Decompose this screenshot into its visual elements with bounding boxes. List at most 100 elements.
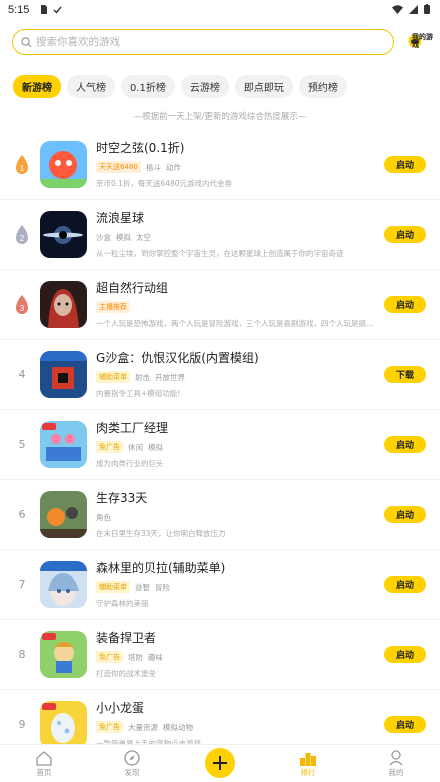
game-tag: 格斗 xyxy=(145,162,161,172)
launch-button[interactable]: 启动 xyxy=(384,156,426,173)
game-tag: 冒险 xyxy=(155,582,170,592)
game-tags: 免广告 大量资源 模拟动物 xyxy=(96,721,376,733)
game-description: 内置指令工具+模组功能! xyxy=(96,389,181,398)
plus-icon[interactable] xyxy=(205,747,235,778)
game-icon[interactable] xyxy=(40,211,87,258)
rank-number: 7 xyxy=(18,578,26,591)
game-title: 流浪星球 xyxy=(96,211,145,225)
game-tags: 沙盒 模拟 太空 xyxy=(96,231,376,243)
game-description: 守护森林的美丽 xyxy=(96,599,149,608)
compass-icon xyxy=(124,749,140,767)
game-info: 生存33天 角色 在末日里生存33天，让你明白释放压力 xyxy=(96,490,376,539)
launch-button[interactable]: 启动 xyxy=(384,226,426,243)
tab-reservation[interactable]: 预约榜 xyxy=(298,74,347,98)
game-tags: 免广告 休闲 模拟 xyxy=(96,441,376,453)
game-description: 从一粒尘埃，到你掌控整个宇宙生灵，在这颗星球上创造属于你的宇宙奇迹 xyxy=(96,249,344,258)
search-box[interactable] xyxy=(12,29,394,55)
game-icon[interactable] xyxy=(40,561,87,608)
battery-icon xyxy=(424,3,430,17)
game-info: 时空之弦(0.1折) 天天送6480 格斗 动作 京币0.1折，每天送6480元… xyxy=(96,140,376,189)
launch-button[interactable]: 启动 xyxy=(384,436,426,453)
profile-icon xyxy=(389,749,403,767)
game-title: 肉类工厂经理 xyxy=(96,421,169,435)
tab-instant-play[interactable]: 即点即玩 xyxy=(234,74,293,98)
game-row[interactable]: 1 时空之弦(0.1折) 天天送6480 格斗 动作 京币0.1折，每天送648… xyxy=(0,130,440,200)
game-row[interactable]: 8 装备捍卫者 免广告 塔防 趣味 打造你的战术堡垒 启动 xyxy=(0,620,440,690)
game-tags: 主播推荐 xyxy=(96,301,376,313)
nav-label: 首页 xyxy=(36,768,52,777)
game-title: 时空之弦(0.1折) xyxy=(96,141,185,155)
game-badge: 免广告 xyxy=(96,441,123,453)
game-row[interactable]: 6 生存33天 角色 在末日里生存33天，让你明白释放压力 启动 xyxy=(0,480,440,550)
game-description: 成为肉类行业的巨头 xyxy=(96,459,164,468)
launch-button[interactable]: 启动 xyxy=(384,716,426,733)
launch-button[interactable]: 启动 xyxy=(384,576,426,593)
tab-popular[interactable]: 人气榜 xyxy=(67,74,115,98)
signal-icon xyxy=(409,4,418,17)
game-info: 装备捍卫者 免广告 塔防 趣味 打造你的战术堡垒 xyxy=(96,630,376,679)
game-icon[interactable] xyxy=(40,631,87,678)
game-tag: 动作 xyxy=(165,162,181,172)
game-icon[interactable] xyxy=(40,141,87,188)
search-input[interactable] xyxy=(36,36,385,48)
game-info: 超自然行动组 主播推荐 一个人玩是恐怖游戏，两个人玩是冒险游戏，三个人玩是喜剧游… xyxy=(96,280,376,329)
sim-icon xyxy=(40,4,48,17)
search-row: 我的游戏 xyxy=(0,20,440,58)
game-row[interactable]: 2 流浪星球 沙盒 模拟 太空 从一粒尘埃，到你掌控整个宇宙生灵，在这颗星球上创… xyxy=(0,200,440,270)
nav-ranking[interactable]: 排行 xyxy=(264,745,352,782)
launch-button[interactable]: 启动 xyxy=(384,296,426,313)
game-row[interactable]: 4 G沙盒：仇恨汉化版(内置模组) 辅助菜单 射击 开放世界 内置指令工具+模组… xyxy=(0,340,440,410)
download-button[interactable]: 下载 xyxy=(384,366,426,383)
game-description: 打造你的战术堡垒 xyxy=(96,669,156,678)
game-icon[interactable] xyxy=(40,351,87,398)
game-tags: 天天送6480 格斗 动作 xyxy=(96,161,376,173)
game-info: G沙盒：仇恨汉化版(内置模组) 辅助菜单 射击 开放世界 内置指令工具+模组功能… xyxy=(96,350,376,399)
rank-number: 9 xyxy=(18,718,26,731)
game-tags: 角色 xyxy=(96,511,376,523)
launch-button[interactable]: 启动 xyxy=(384,506,426,523)
game-tag: 趣味 xyxy=(148,652,163,662)
nav-profile[interactable]: 我的 xyxy=(352,745,440,782)
game-info: 肉类工厂经理 免广告 休闲 模拟 成为肉类行业的巨头 xyxy=(96,420,376,469)
svg-text:2: 2 xyxy=(20,234,25,243)
nav-home[interactable]: 首页 xyxy=(0,745,88,782)
game-tag: 益智 xyxy=(135,582,150,592)
game-tag: 沙盒 xyxy=(96,232,111,242)
game-tag: 开放世界 xyxy=(155,372,185,382)
game-icon[interactable] xyxy=(40,421,87,468)
game-info: 森林里的贝拉(辅助菜单) 辅助菜单 益智 冒险 守护森林的美丽 xyxy=(96,560,376,609)
svg-text:3: 3 xyxy=(20,304,25,313)
rank-medal-2: 2 xyxy=(11,224,33,245)
svg-text:1: 1 xyxy=(20,164,25,173)
check-icon xyxy=(53,4,62,17)
nav-label: 排行 xyxy=(300,768,316,777)
game-row[interactable]: 7 森林里的贝拉(辅助菜单) 辅助菜单 益智 冒险 守护森林的美丽 启动 xyxy=(0,550,440,620)
game-description: 一个人玩是恐怖游戏，两个人玩是冒险游戏，三个人玩是喜剧游戏，四个人玩是搞笑游戏 xyxy=(96,319,376,328)
game-description: 在末日里生存33天，让你明白释放压力 xyxy=(96,529,226,538)
status-bar: 5:15 xyxy=(0,0,440,20)
game-row[interactable]: 5 肉类工厂经理 免广告 休闲 模拟 成为肉类行业的巨头 启动 xyxy=(0,410,440,480)
launch-button[interactable]: 启动 xyxy=(384,646,426,663)
game-badge: 免广告 xyxy=(96,721,123,733)
nav-discover[interactable]: 发现 xyxy=(88,745,176,782)
game-badge: 辅助菜单 xyxy=(96,581,130,593)
tab-cloud[interactable]: 云游榜 xyxy=(180,74,229,98)
ranking-tabs: 新游榜 人气榜 0.1折榜 云游榜 即点即玩 预约榜 xyxy=(0,58,440,104)
game-icon[interactable] xyxy=(40,491,87,538)
game-badge: 辅助菜单 xyxy=(96,371,130,383)
game-tag: 角色 xyxy=(96,512,111,522)
game-icon[interactable] xyxy=(40,701,87,748)
game-badge: 主播推荐 xyxy=(96,301,130,313)
game-title: G沙盒：仇恨汉化版(内置模组) xyxy=(96,351,259,365)
my-games-button[interactable]: 我的游戏 xyxy=(400,33,433,52)
game-icon[interactable] xyxy=(40,281,87,328)
ranking-icon xyxy=(300,749,316,767)
tab-discount[interactable]: 0.1折榜 xyxy=(121,74,175,98)
home-icon xyxy=(36,749,52,767)
nav-add[interactable] xyxy=(176,745,264,782)
game-badge: 免广告 xyxy=(96,651,123,663)
game-description: 京币0.1折，每天送6480元游戏内代金券 xyxy=(96,179,233,188)
game-tag: 大量资源 xyxy=(128,722,158,732)
tab-new-games[interactable]: 新游榜 xyxy=(13,74,61,98)
game-row[interactable]: 3 超自然行动组 主播推荐 一个人玩是恐怖游戏，两个人玩是冒险游戏，三个人玩是喜… xyxy=(0,270,440,340)
